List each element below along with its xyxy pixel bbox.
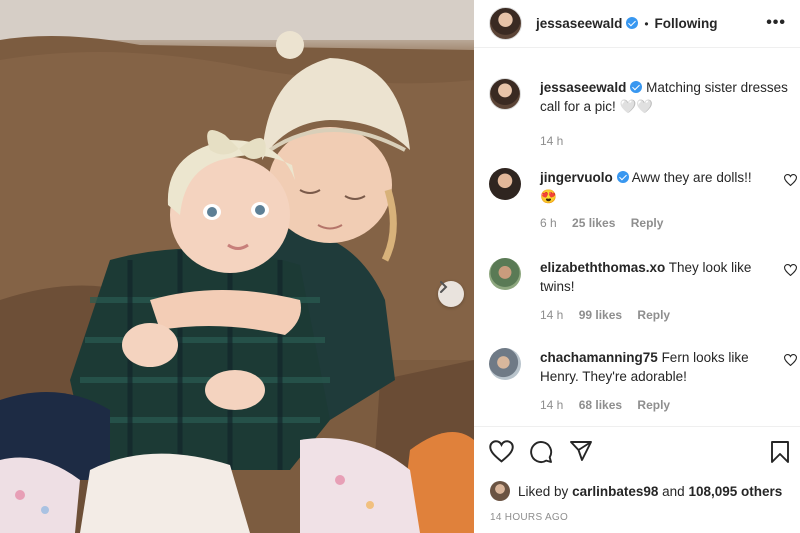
caption-time: 14 h (540, 134, 564, 148)
caption-meta: 14 h (540, 134, 789, 148)
post-timestamp: 14 HOURS AGO (490, 512, 569, 523)
post-header: jessaseewald • Following ••• (474, 0, 800, 48)
verified-badge-icon (616, 171, 629, 183)
paper-plane-icon[interactable] (569, 440, 593, 462)
likes-count[interactable]: 108,095 others (688, 484, 782, 499)
comment-avatar[interactable] (489, 258, 521, 290)
author-username[interactable]: jessaseewald (536, 16, 639, 31)
liked-by-and: and (662, 483, 685, 499)
bookmark-icon[interactable] (770, 440, 790, 464)
heart-icon[interactable] (489, 440, 514, 463)
comment-bubble-icon[interactable] (529, 440, 553, 464)
reply-button[interactable]: Reply (637, 398, 670, 412)
verified-badge-icon (626, 17, 639, 29)
liker-avatar[interactable] (490, 481, 510, 501)
comment-heart-icon[interactable] (784, 354, 797, 366)
comment-likes[interactable]: 99 likes (579, 308, 622, 322)
comment-likes[interactable]: 68 likes (579, 398, 622, 412)
comment-text: Aww they are dolls!! (631, 170, 752, 185)
post-sidebar: jessaseewald • Following ••• jessaseewal… (474, 0, 800, 533)
next-image-button[interactable] (438, 281, 464, 307)
comment-item: chachamanning75 Fern looks like Henry. T… (489, 348, 797, 412)
liked-by-line: Liked by carlinbates98 and 108,095 other… (490, 481, 782, 501)
comment-username[interactable]: elizabeththomas.xo (540, 260, 665, 275)
comment-heart-icon[interactable] (784, 174, 797, 186)
author-username-text[interactable]: jessaseewald (536, 16, 622, 31)
author-avatar[interactable] (489, 7, 522, 40)
caption-hearts: 🤍🤍 (619, 99, 654, 114)
comment-time: 14 h (540, 308, 564, 322)
separator-dot: • (644, 16, 649, 31)
verified-badge-icon (630, 81, 643, 93)
ellipsis-icon[interactable]: ••• (766, 14, 786, 32)
chevron-right-icon (440, 281, 448, 293)
comment-body: chachamanning75 Fern looks like Henry. T… (540, 348, 789, 386)
comment-username[interactable]: chachamanning75 (540, 350, 658, 365)
comment-avatar[interactable] (489, 168, 521, 200)
comment-emoji: 😍 (540, 189, 557, 204)
caption-body: jessaseewald Matching sister dresses cal… (540, 78, 789, 116)
liker-username[interactable]: carlinbates98 (572, 484, 658, 499)
photo-illustration (0, 0, 474, 533)
comment-item: elizabeththomas.xo They look like twins!… (489, 258, 797, 322)
comment-time: 14 h (540, 398, 564, 412)
reply-button[interactable]: Reply (637, 308, 670, 322)
comment-likes[interactable]: 25 likes (572, 216, 615, 230)
action-bar (474, 426, 800, 476)
post-photo[interactable] (0, 0, 474, 533)
caption-avatar[interactable] (489, 78, 521, 110)
reply-button[interactable]: Reply (631, 216, 664, 230)
comment-heart-icon[interactable] (784, 264, 797, 276)
following-button[interactable]: Following (655, 16, 718, 31)
comment-meta: 14 h 99 likes Reply (540, 308, 789, 322)
comment-username[interactable]: jingervuolo (540, 170, 613, 185)
caption-username[interactable]: jessaseewald (540, 80, 626, 95)
comment-item: jingervuolo Aww they are dolls!! 😍 6 h 2… (489, 168, 797, 230)
comment-time: 6 h (540, 216, 557, 230)
comment-body: elizabeththomas.xo They look like twins! (540, 258, 789, 296)
liked-by-prefix: Liked by (518, 483, 569, 499)
comment-body: jingervuolo Aww they are dolls!! 😍 (540, 168, 789, 206)
comment-avatar[interactable] (489, 348, 521, 380)
caption: jessaseewald Matching sister dresses cal… (489, 78, 789, 148)
comment-meta: 14 h 68 likes Reply (540, 398, 789, 412)
comment-meta: 6 h 25 likes Reply (540, 216, 789, 230)
